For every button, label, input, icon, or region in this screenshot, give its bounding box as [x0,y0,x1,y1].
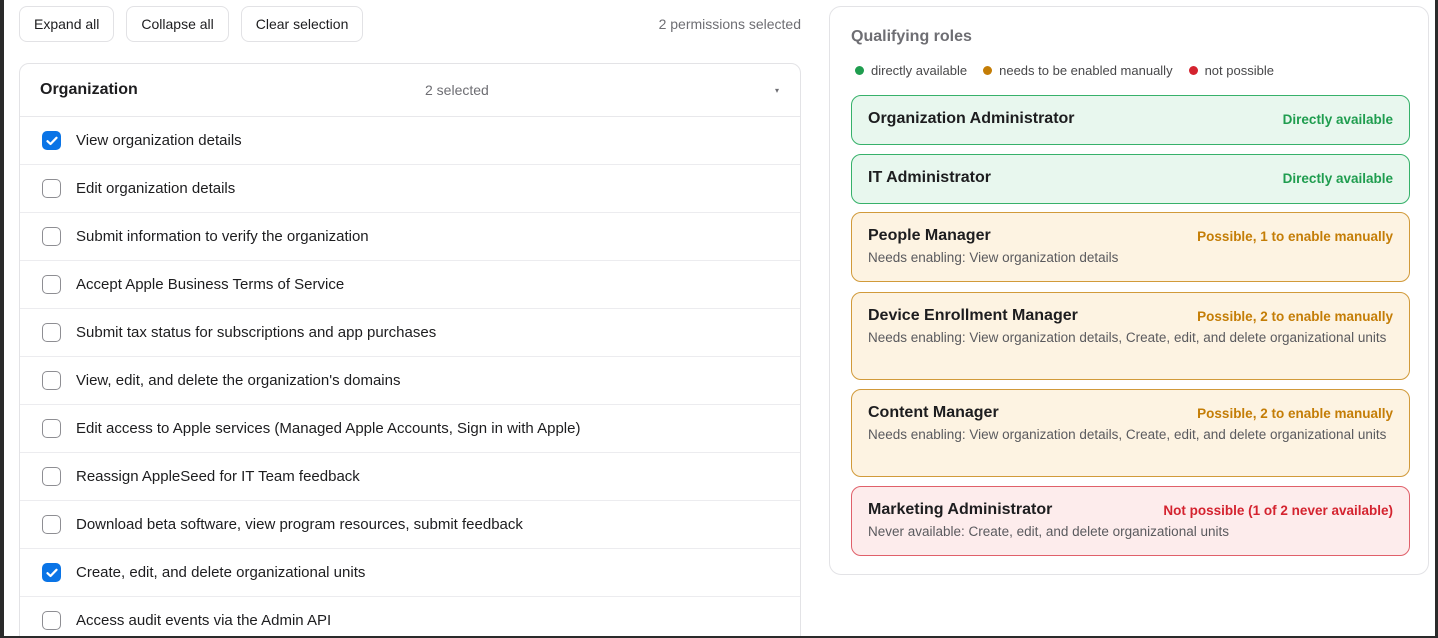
permission-label: Download beta software, view program res… [76,516,523,533]
role-status: Directly available [1282,170,1393,186]
role-card[interactable]: Organization Administrator Directly avail… [851,95,1410,145]
role-header: People Manager Possible, 1 to enable manu… [868,227,1393,245]
permission-checkbox[interactable] [42,131,61,150]
permission-row[interactable]: Download beta software, view program res… [20,501,800,549]
toolbar: Expand all Collapse all Clear selection … [19,6,801,42]
role-header: Organization Administrator Directly avail… [868,110,1393,128]
checkmark-icon [45,136,58,145]
permission-checkbox[interactable] [42,467,61,486]
permission-list: View organization details Edit organizati… [20,117,800,638]
group-selected-count: 2 selected [425,82,489,98]
role-name: Content Manager [868,404,999,421]
selection-summary: 2 permissions selected [658,16,801,32]
role-status: Possible, 2 to enable manually [1197,308,1393,324]
legend-label: not possible [1204,63,1274,78]
permission-row[interactable]: View organization details [20,117,800,165]
role-card[interactable]: Device Enrollment Manager Possible, 2 to … [851,292,1410,380]
status-dot-icon [983,66,993,75]
permission-row[interactable]: Reassign AppleSeed for IT Team feedback [20,453,800,501]
permission-label: Edit organization details [76,180,236,197]
collapse-all-button[interactable]: Collapse all [126,6,229,42]
role-note: Needs enabling: View organization detail… [868,330,1387,345]
permissions-panel: Expand all Collapse all Clear selection … [19,6,801,638]
permission-checkbox[interactable] [42,323,61,342]
qualifying-roles-title: Qualifying roles [851,28,972,45]
role-card[interactable]: Marketing Administrator Not possible (1 o… [851,486,1410,556]
role-name: Organization Administrator [868,110,1075,127]
permission-checkbox[interactable] [42,371,61,390]
permission-row[interactable]: View, edit, and delete the organization'… [20,357,800,405]
permission-checkbox[interactable] [42,611,61,630]
permission-checkbox[interactable] [42,563,61,582]
role-note: Needs enabling: View organization detail… [868,250,1119,265]
role-name: People Manager [868,227,991,244]
legend-label: directly available [871,63,968,78]
permission-checkbox[interactable] [42,275,61,294]
status-dot-icon [855,66,864,75]
clear-selection-button[interactable]: Clear selection [240,6,364,42]
role-header: Marketing Administrator Not possible (1 o… [868,501,1393,519]
legend: directly available needs to be enabled ma… [855,63,1290,78]
legend-item: directly available [855,63,967,78]
permission-row[interactable]: Submit tax status for subscriptions and … [20,309,800,357]
role-name: IT Administrator [868,169,991,186]
role-status: Directly available [1282,111,1393,127]
permission-label: Submit tax status for subscriptions and … [76,324,437,341]
role-status: Possible, 2 to enable manually [1197,405,1393,421]
checkmark-icon [45,568,58,577]
legend-item: not possible [1188,63,1274,78]
expand-all-button[interactable]: Expand all [19,6,115,42]
status-dot-icon [1188,66,1198,75]
permission-row[interactable]: Submit information to verify the organiz… [20,213,800,261]
permission-row[interactable]: Create, edit, and delete organizational … [20,549,800,597]
permission-label: Submit information to verify the organiz… [76,228,369,245]
permission-group-card: Organization 2 selected ▾ View organizat… [19,63,801,638]
role-status: Possible, 1 to enable manually [1197,228,1393,244]
permission-checkbox[interactable] [42,227,61,246]
role-card[interactable]: People Manager Possible, 1 to enable manu… [851,212,1410,282]
role-card[interactable]: Content Manager Possible, 2 to enable man… [851,389,1410,477]
qualifying-roles-panel: Qualifying roles directly available needs… [829,6,1429,575]
chevron-down-icon[interactable]: ▾ [775,86,779,95]
permission-checkbox[interactable] [42,419,61,438]
permission-group-header[interactable]: Organization 2 selected ▾ [20,64,800,117]
permission-label: Access audit events via the Admin API [76,612,332,629]
legend-item: needs to be enabled manually [983,63,1173,78]
permission-row[interactable]: Access audit events via the Admin API [20,597,800,638]
group-title: Organization [40,81,138,98]
role-name: Device Enrollment Manager [868,307,1078,324]
permission-label: View organization details [76,132,242,149]
role-header: IT Administrator Directly available [868,169,1393,187]
permission-checkbox[interactable] [42,515,61,534]
permission-label: Reassign AppleSeed for IT Team feedback [76,468,360,485]
permission-label: Edit access to Apple services (Managed A… [76,420,581,437]
role-note: Needs enabling: View organization detail… [868,427,1387,442]
permission-checkbox[interactable] [42,179,61,198]
permission-label: Accept Apple Business Terms of Service [76,276,345,293]
role-status: Not possible (1 of 2 never available) [1163,502,1393,518]
role-header: Device Enrollment Manager Possible, 2 to … [868,307,1393,325]
role-name: Marketing Administrator [868,501,1053,518]
permission-label: Create, edit, and delete organizational … [76,564,366,581]
permission-label: View, edit, and delete the organization'… [76,372,401,389]
legend-label: needs to be enabled manually [999,63,1173,78]
role-card[interactable]: IT Administrator Directly available [851,154,1410,204]
role-note: Never available: Create, edit, and delet… [868,524,1229,539]
permission-row[interactable]: Edit organization details [20,165,800,213]
permission-row[interactable]: Edit access to Apple services (Managed A… [20,405,800,453]
permission-row[interactable]: Accept Apple Business Terms of Service [20,261,800,309]
role-header: Content Manager Possible, 2 to enable man… [868,404,1393,422]
